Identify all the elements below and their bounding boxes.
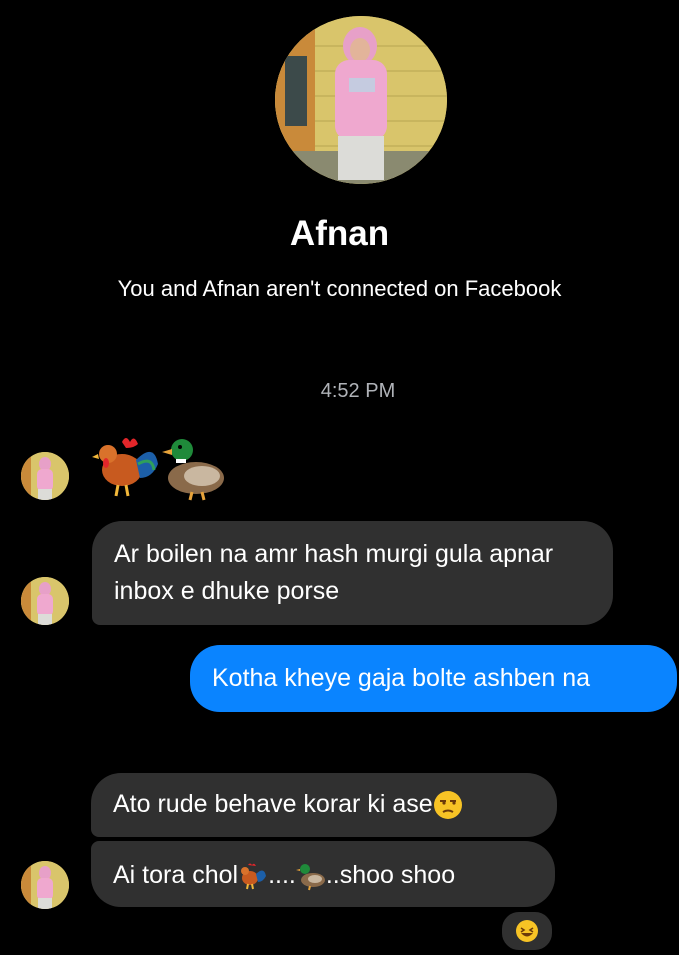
duck-icon (162, 439, 224, 501)
laughing-face-icon (515, 919, 539, 943)
rooster-icon (238, 861, 268, 891)
emoji-message[interactable] (92, 430, 232, 502)
unamused-face-icon (433, 790, 463, 820)
rooster-icon (92, 438, 158, 497)
message-text: .... (268, 861, 296, 889)
outgoing-message-bubble[interactable]: Kotha kheye gaja bolte ashben na (190, 645, 677, 712)
contact-name[interactable]: Afnan (0, 214, 679, 254)
message-timestamp: 4:52 PM (320, 380, 396, 402)
duck-icon (295, 861, 326, 891)
connection-status: You and Afnan aren't connected on Facebo… (117, 276, 562, 301)
message-text: Ai tora chol (113, 861, 239, 889)
message-text: Ato rude behave korar ki ase (113, 790, 433, 818)
sender-avatar[interactable] (21, 861, 69, 909)
message-text: Kotha kheye gaja bolte ashben na (212, 664, 591, 692)
message-text: ..shoo shoo (325, 861, 456, 889)
incoming-message-bubble[interactable]: Ar boilen na amr hash murgi gula apnar i… (92, 521, 613, 625)
incoming-message-bubble[interactable]: Ai tora chol.... ..shoo shoo (91, 841, 555, 907)
sender-avatar[interactable] (21, 452, 69, 500)
incoming-message-bubble[interactable]: Ato rude behave korar ki ase (91, 773, 557, 837)
sender-avatar[interactable] (21, 577, 69, 625)
message-reaction[interactable] (500, 910, 554, 952)
message-text: Ar boilen na amr hash murgi gula apnar i… (114, 540, 554, 605)
contact-avatar[interactable] (275, 16, 447, 184)
